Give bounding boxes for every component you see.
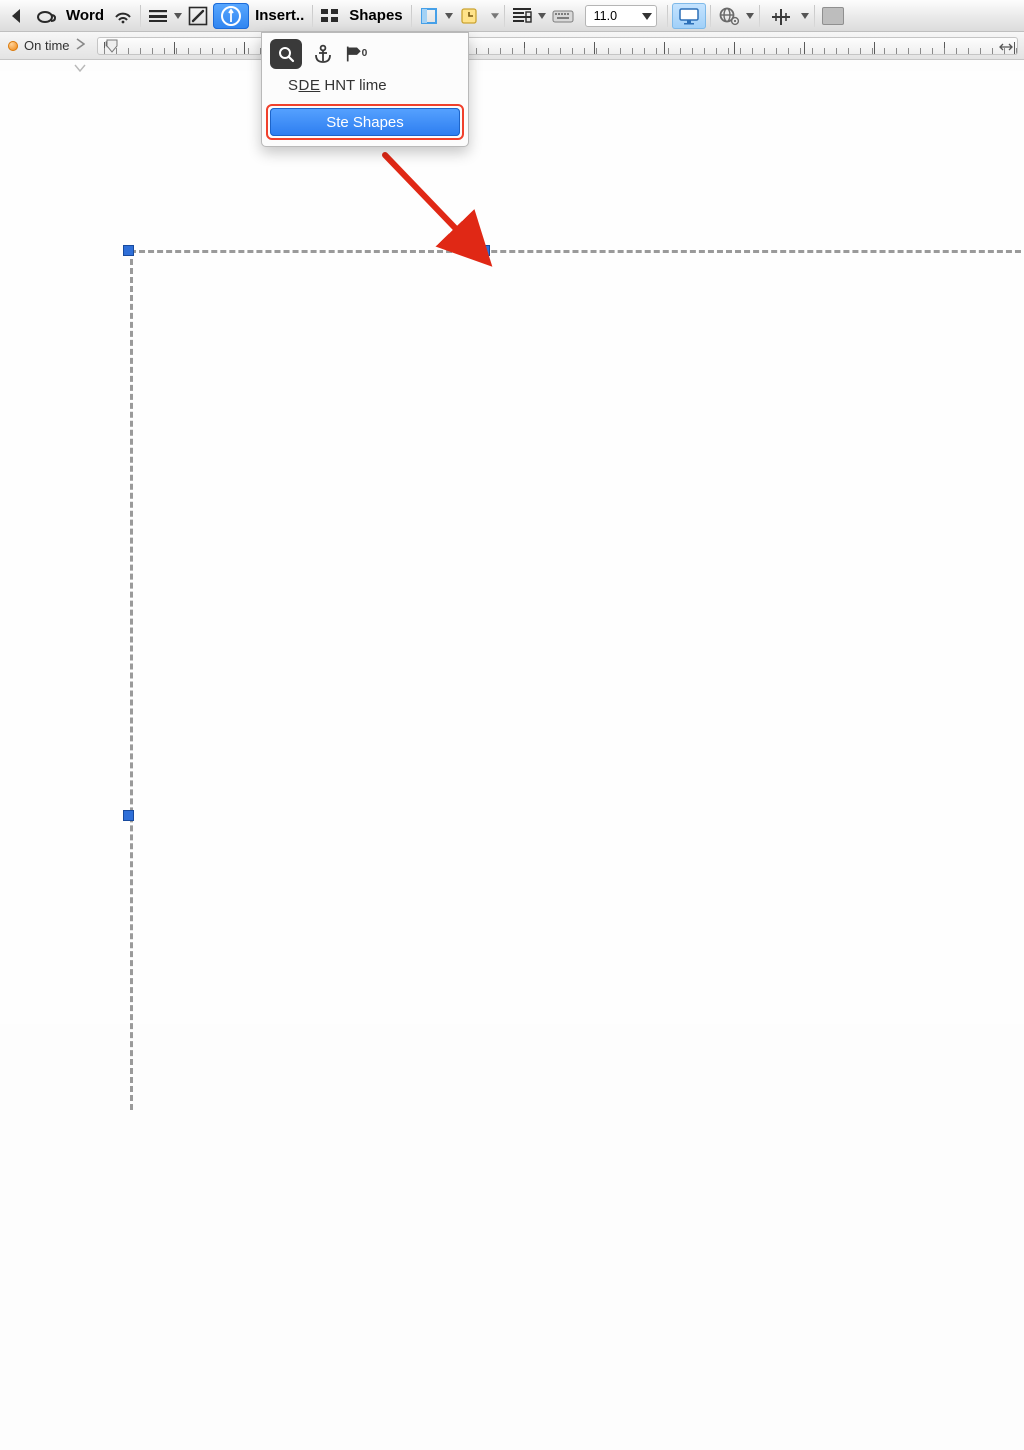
page-layout-icon[interactable] xyxy=(416,3,442,29)
line-weight-dropdown[interactable] xyxy=(173,13,183,19)
dropdown-hint-row: SDE HNT lime xyxy=(262,73,468,100)
toolbar-separator xyxy=(667,5,668,27)
dropdown-item-ste-shapes[interactable]: Ste Shapes xyxy=(270,108,460,136)
main-toolbar: Word Insert xyxy=(0,0,1024,32)
line-weight-button[interactable] xyxy=(145,3,171,29)
insert-shape-active-button[interactable] xyxy=(213,3,249,29)
coffee-icon[interactable] xyxy=(32,3,60,29)
document-dot-icon xyxy=(8,41,18,51)
toolbar-separator xyxy=(710,5,711,27)
dropdown-selected-highlight: Ste Shapes xyxy=(266,104,464,140)
document-canvas[interactable] xyxy=(0,71,1024,1024)
horizontal-ruler[interactable]: ⧉1 xyxy=(97,37,1018,55)
toolbar-separator xyxy=(411,5,412,27)
dropdown-hint-part-b: HNT lime xyxy=(324,77,386,94)
font-size-value: 11.0 xyxy=(594,9,642,23)
shape-placeholder[interactable] xyxy=(128,250,1024,1450)
indent-marker-icon[interactable] xyxy=(106,39,118,53)
dropdown-item-label: Ste Shapes xyxy=(326,114,404,131)
keyboard-icon[interactable] xyxy=(549,3,577,29)
wifi-icon[interactable] xyxy=(110,3,136,29)
clock-dropdown[interactable] xyxy=(490,13,500,19)
toolbar-separator xyxy=(312,5,313,27)
resize-handle-top-left[interactable] xyxy=(123,245,134,256)
toolbar-separator xyxy=(814,5,815,27)
toolbar-separator xyxy=(140,5,141,27)
globe-settings-icon[interactable] xyxy=(715,3,743,29)
sub-toolbar: On time ⧉1 xyxy=(0,32,1024,60)
grid-icon[interactable] xyxy=(317,3,343,29)
toolbar-separator xyxy=(504,5,505,27)
chevron-right-icon[interactable] xyxy=(76,37,85,55)
flag-tool-icon[interactable]: 0 xyxy=(344,41,370,67)
crop-dropdown[interactable] xyxy=(800,13,810,19)
color-swatch-icon xyxy=(822,7,844,25)
presentation-mode-button[interactable] xyxy=(672,3,706,29)
section-caret-icon[interactable] xyxy=(73,60,87,78)
dropdown-tool-row: 0 xyxy=(262,33,468,73)
breadcrumb-label[interactable]: On time xyxy=(24,38,70,53)
insert-menu-label[interactable]: Insert xyxy=(251,7,308,24)
dropdown-hint-part-a: SDE xyxy=(288,77,320,94)
page-layout-dropdown[interactable] xyxy=(444,13,454,19)
wrap-text-dropdown[interactable] xyxy=(537,13,547,19)
crop-rotate-icon[interactable] xyxy=(764,3,798,29)
globe-dropdown[interactable] xyxy=(745,13,755,19)
clock-icon[interactable] xyxy=(456,3,482,29)
ruler-expand-icon[interactable] xyxy=(999,40,1013,52)
insert-shapes-dropdown: 0 SDE HNT lime Ste Shapes xyxy=(261,32,469,147)
app-name-label: Word xyxy=(62,7,108,24)
shapes-menu-label[interactable]: Shapes xyxy=(345,7,406,24)
ruler-ticks xyxy=(98,38,1017,54)
toolbar-separator xyxy=(759,5,760,27)
breadcrumb: On time xyxy=(0,32,93,59)
resize-handle-top-center[interactable] xyxy=(479,245,490,256)
font-size-field[interactable]: 11.0 xyxy=(585,5,657,27)
resize-handle-mid-left[interactable] xyxy=(123,810,134,821)
svg-text:0: 0 xyxy=(362,48,368,59)
color-well[interactable] xyxy=(819,3,847,29)
edit-icon[interactable] xyxy=(185,3,211,29)
chevron-down-icon xyxy=(642,12,652,20)
anchor-tool-icon[interactable] xyxy=(310,41,336,67)
back-button[interactable] xyxy=(4,3,30,29)
wrap-text-icon[interactable] xyxy=(509,3,535,29)
dropdown-search-button[interactable] xyxy=(270,39,302,69)
